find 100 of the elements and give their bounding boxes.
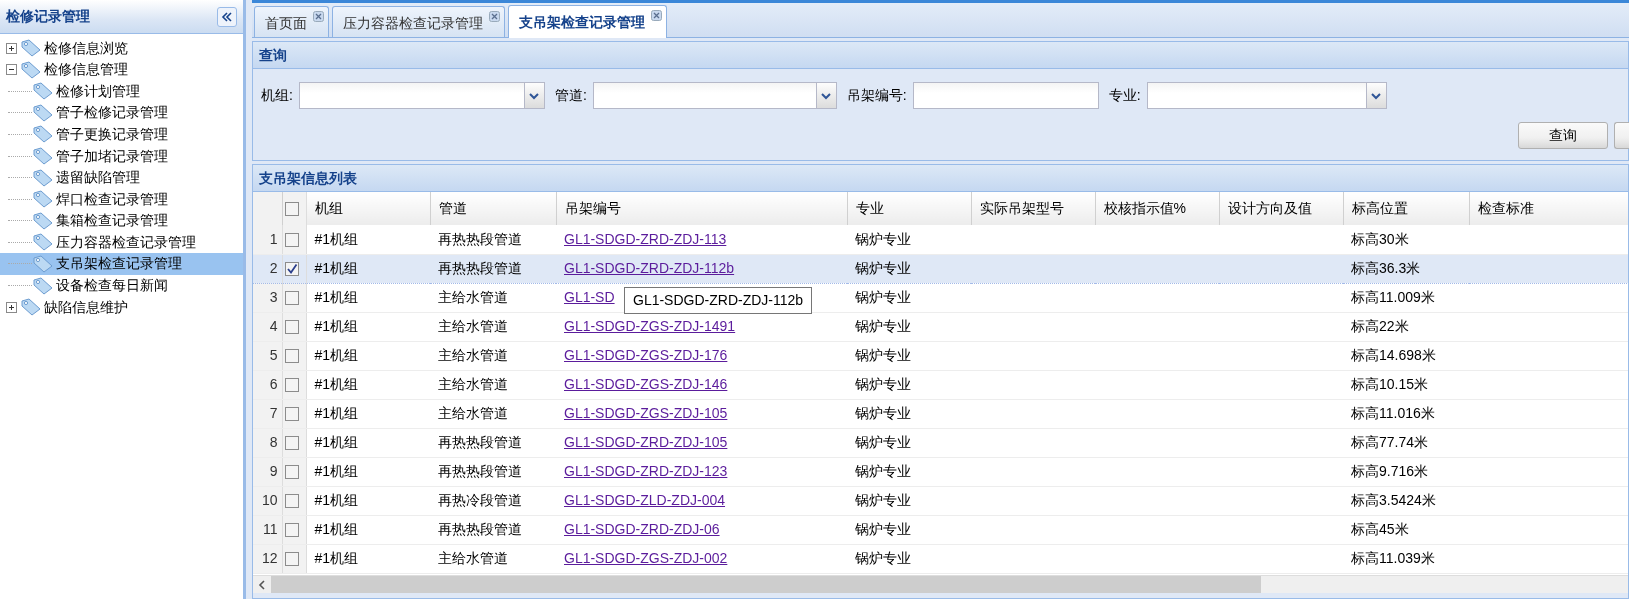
hanger-link[interactable]: GL1-SDGD-ZGS-ZDJ-176 [564,347,728,363]
table-cell: 锅炉专业 [855,347,911,363]
column-header[interactable]: 机组 [314,200,343,216]
table-cell: #1机组 [314,289,359,305]
tab[interactable]: 支吊架检查记录管理 [508,5,667,38]
tree-item[interactable]: 管子更换记录管理 [0,123,243,146]
close-icon[interactable] [313,11,324,22]
tree-item[interactable]: 压力容器检查记录管理 [0,231,243,254]
table-cell: 锅炉专业 [855,550,911,566]
table-cell: 标高30米 [1351,230,1409,247]
close-icon[interactable] [489,11,500,22]
tag-icon [32,190,54,209]
row-checkbox[interactable] [284,262,299,277]
hanger-link[interactable]: GL1-SDGD-ZGS-ZDJ-146 [564,376,728,392]
tree-item[interactable]: 检修计划管理 [0,80,243,103]
dropdown-field[interactable] [298,82,525,109]
horizontal-scrollbar[interactable] [253,575,1628,593]
column-header[interactable]: 检查标准 [1477,200,1534,216]
row-checkbox[interactable] [284,291,299,306]
row-checkbox[interactable] [284,436,299,451]
tag-icon [32,255,54,273]
expand-icon[interactable] [6,301,17,313]
hanger-link[interactable]: GL1-SDGD-ZLD-ZDJ-004 [564,492,726,508]
hanger-link[interactable]: GL1-SDGD-ZGS-ZDJ-002 [564,550,728,566]
tree-item[interactable]: 管子加堵记录管理 [0,145,243,167]
table-cell: 锅炉专业 [855,521,911,537]
tag-icon [32,276,54,295]
expand-icon[interactable] [6,42,17,54]
table-cell: 标高11.039米 [1351,550,1435,566]
tree-item[interactable]: 检修信息管理 [0,58,243,81]
table-cell: #1机组 [314,376,359,392]
partial-button[interactable] [1614,122,1629,149]
collapse-button[interactable] [217,6,237,27]
chevron-left-icon[interactable] [258,579,266,590]
column-header[interactable]: 专业 [855,200,884,216]
table-cell: 锅炉专业 [855,230,911,247]
table-cell: 再热热段管道 [438,521,522,537]
row-checkbox[interactable] [284,523,299,538]
tag-icon [32,233,54,252]
tree-item[interactable]: 焊口检查记录管理 [0,188,243,210]
tree-item[interactable]: 支吊架检查记录管理 [0,253,243,275]
dropdown-field[interactable] [592,82,817,109]
tab[interactable]: 压力容器检查记录管理 [332,6,505,37]
column-header[interactable]: 管道 [438,200,467,216]
table-cell: 主给水管道 [438,289,508,305]
dropdown-button[interactable] [816,82,837,109]
hanger-link[interactable]: GL1-SDGD-ZRD-ZDJ-123 [564,463,728,479]
table-cell: #1机组 [314,230,359,247]
row-checkbox[interactable] [284,233,299,248]
hanger-link[interactable]: GL1-SDGD-ZRD-ZDJ-105 [564,434,728,450]
row-checkbox[interactable] [284,465,299,480]
hanger-link[interactable]: GL1-SD [564,289,615,305]
dropdown-button[interactable] [1366,82,1387,109]
row-checkbox[interactable] [284,378,299,393]
column-header[interactable]: 吊架编号 [564,200,621,216]
row-checkbox[interactable] [284,494,299,509]
tree-item[interactable]: 管子检修记录管理 [0,102,243,124]
hanger-link[interactable]: GL1-SDGD-ZGS-ZDJ-1491 [564,318,736,334]
table-cell: 再热热段管道 [438,260,522,276]
table-cell: 锅炉专业 [855,492,911,508]
row-number: 2 [269,260,278,276]
table-cell: 锅炉专业 [855,463,911,479]
row-checkbox[interactable] [284,407,299,422]
row-checkbox[interactable] [284,349,299,364]
hanger-link[interactable]: GL1-SDGD-ZGS-ZDJ-105 [564,405,728,421]
field-label: 专业: [1108,86,1141,105]
select-all-checkbox[interactable] [284,202,299,217]
tree-item[interactable]: 设备检查每日新闻 [0,274,243,297]
input-field[interactable] [912,82,1099,109]
tree-item[interactable]: 遗留缺陷管理 [0,166,243,189]
table-cell: 再热热段管道 [438,434,522,450]
row-number: 8 [269,434,278,450]
hanger-link[interactable]: GL1-SDGD-ZRD-ZDJ-06 [564,521,720,537]
search-button[interactable]: 查询 [1517,122,1608,149]
row-number: 9 [269,463,278,479]
collapse-icon[interactable] [6,64,17,76]
tree-item[interactable]: 集箱检查记录管理 [0,210,243,232]
close-icon[interactable] [651,10,662,21]
table-cell: 标高11.016米 [1351,405,1435,421]
row-checkbox[interactable] [284,320,299,335]
field-label: 管道: [554,86,587,105]
table-cell: 主给水管道 [438,376,508,392]
table-cell: #1机组 [314,434,359,450]
hanger-link[interactable]: GL1-SDGD-ZRD-ZDJ-113 [564,230,727,247]
tag-icon [32,82,54,101]
tree-item[interactable]: 缺陷信息维护 [0,296,243,318]
row-number: 7 [269,405,278,421]
tab[interactable]: 首页面 [254,6,329,37]
panel-title: 检修记录管理 [6,7,90,26]
tag-icon [32,103,54,122]
panel-title: 支吊架信息列表 [253,165,1628,192]
table-cell: #1机组 [314,405,359,421]
table-cell: 再热热段管道 [438,463,522,479]
tree-item[interactable]: 检修信息浏览 [0,37,243,59]
table-cell: 再热冷段管道 [438,492,522,508]
table-cell: 标高14.698米 [1351,347,1436,363]
table-cell: 锅炉专业 [855,405,911,421]
dropdown-field[interactable] [1146,82,1367,109]
dropdown-button[interactable] [524,82,545,109]
row-checkbox[interactable] [284,552,299,567]
